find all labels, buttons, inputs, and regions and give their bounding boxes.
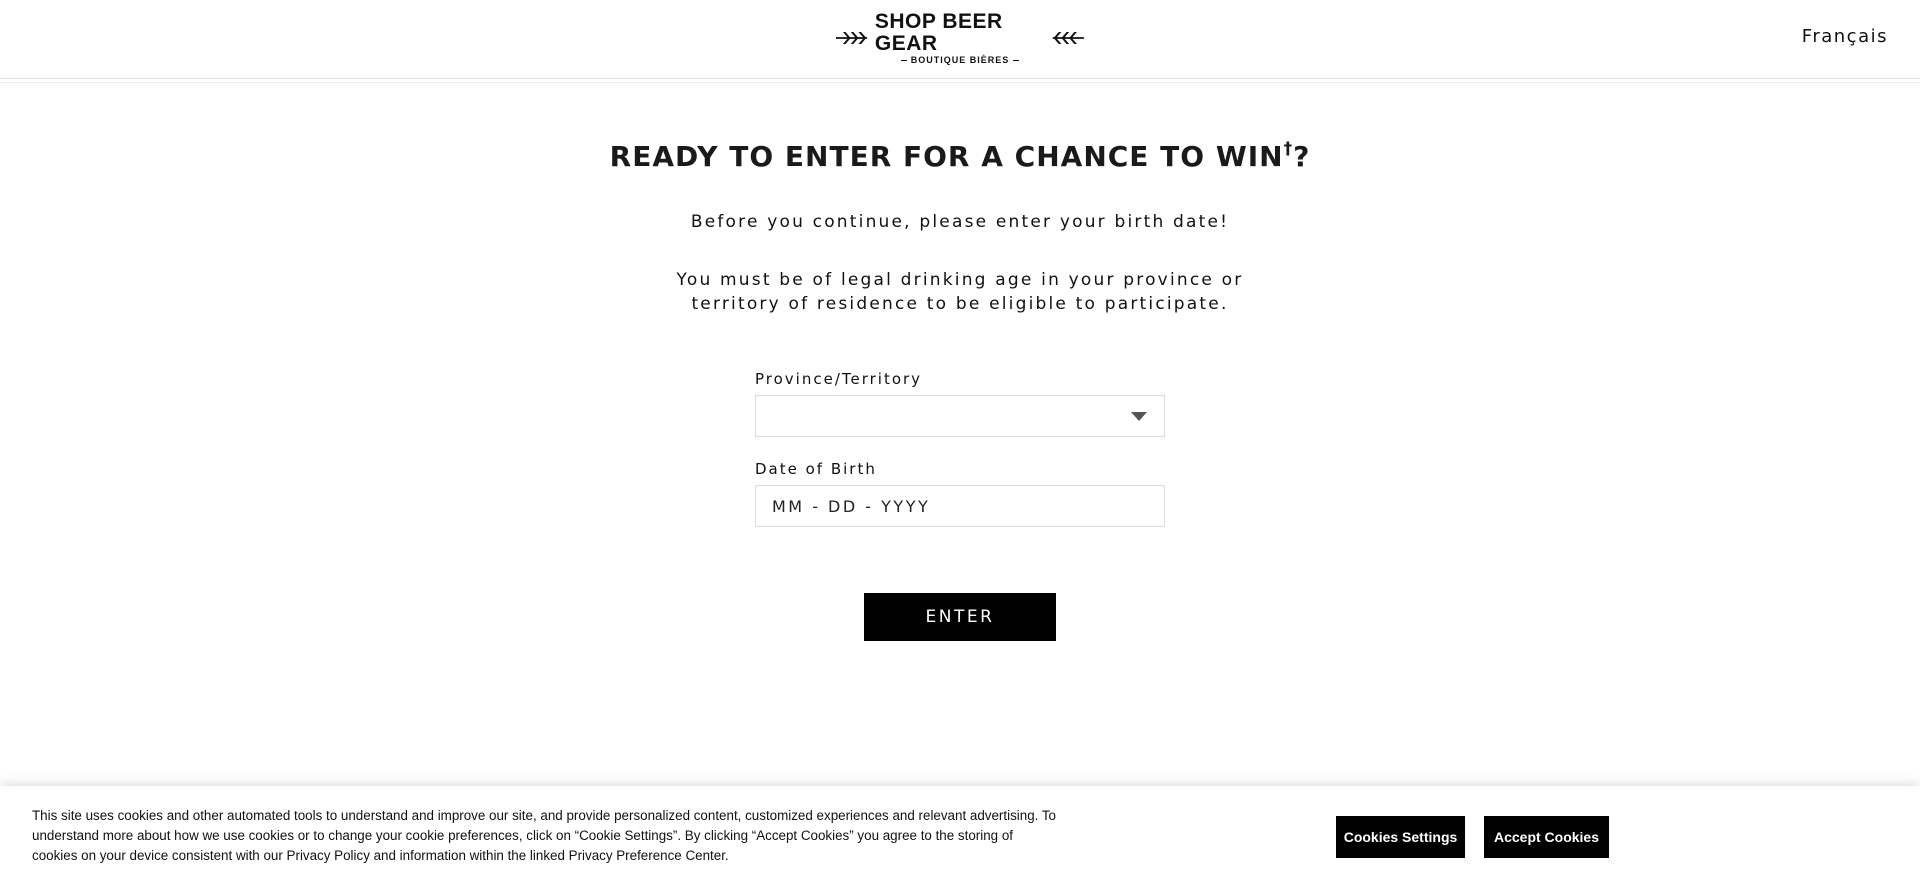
wheat-left-icon	[836, 31, 868, 45]
shop-beer-gear-logo[interactable]: SHOP BEER GEAR BOUTIQUE BIÈRES	[836, 10, 1085, 65]
cookie-consent-banner: This site uses cookies and other automat…	[0, 786, 1920, 889]
intro-text: Before you continue, please enter your b…	[690, 212, 1230, 232]
legal-age-line-1: You must be of legal drinking age in you…	[676, 270, 1244, 290]
date-of-birth-input[interactable]	[755, 485, 1165, 527]
page-title: READY TO ENTER FOR A CHANCE TO WIN†?	[0, 138, 1920, 173]
dropdown-caret-icon	[1131, 412, 1147, 421]
page-title-text: READY TO ENTER FOR A CHANCE TO WIN	[609, 140, 1284, 173]
enter-button[interactable]: ENTER	[864, 593, 1056, 641]
cookie-notice-text: This site uses cookies and other automat…	[32, 808, 1056, 863]
legal-age-notice: You must be of legal drinking age in you…	[0, 268, 1920, 316]
cookies-settings-button[interactable]: Cookies Settings	[1336, 816, 1465, 858]
language-toggle-link[interactable]: Français	[1802, 26, 1888, 47]
logo-wordmark: SHOP BEER GEAR BOUTIQUE BIÈRES	[874, 9, 1045, 66]
page-title-end: ?	[1293, 140, 1311, 173]
logo-main-text: SHOP BEER GEAR	[874, 9, 1003, 55]
dagger-mark: †	[1283, 138, 1294, 159]
wheat-right-icon	[1052, 31, 1085, 45]
accept-cookies-button[interactable]: Accept Cookies	[1484, 816, 1609, 858]
site-header: SHOP BEER GEAR BOUTIQUE BIÈRES Français	[0, 0, 1920, 79]
province-select[interactable]	[755, 395, 1165, 437]
legal-age-line-2: territory of residence to be eligible to…	[691, 294, 1229, 314]
dob-label: Date of Birth	[755, 460, 877, 478]
logo-sub-text: BOUTIQUE BIÈRES	[897, 55, 1024, 66]
header-divider	[0, 82, 1920, 83]
province-label: Province/Territory	[755, 370, 923, 388]
